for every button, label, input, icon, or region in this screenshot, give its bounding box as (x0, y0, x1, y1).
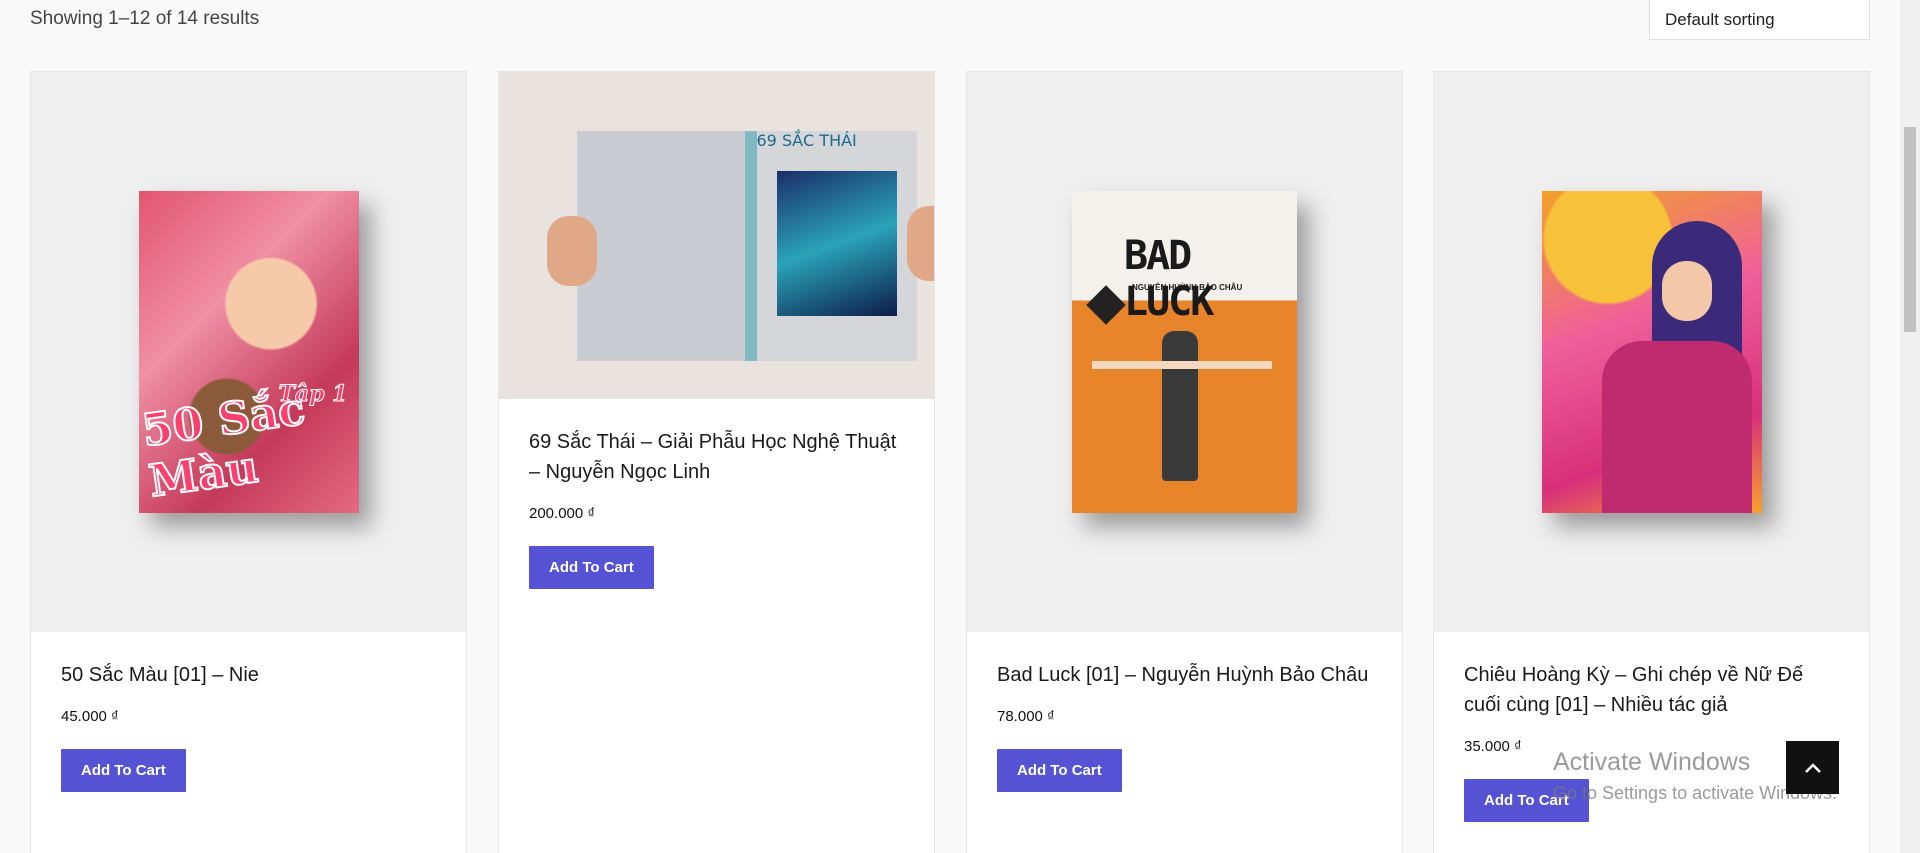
product-price: 45.000 ₫ (61, 708, 119, 725)
book-cover-69-sac-thai: 69 SẮC THÁI (537, 121, 934, 361)
product-price: 200.000 ₫ (529, 505, 596, 522)
book-cover-bad-luck: BAD LUCK NGUYỄN HUỲNH BẢO CHÂU (1072, 191, 1297, 513)
product-image[interactable]: BAD LUCK NGUYỄN HUỲNH BẢO CHÂU (967, 72, 1402, 632)
product-title[interactable]: 50 Sắc Màu [01] – Nie (61, 660, 436, 690)
book-cover-subtitle: Tập 1 (278, 381, 348, 408)
hand-left (546, 215, 597, 286)
book-cover-figure-face (1661, 261, 1712, 321)
product-card[interactable]: 69 SẮC THÁI 69 Sắc Thái – Giải Phẫu Học … (498, 71, 935, 853)
product-price: 78.000 ₫ (997, 708, 1055, 725)
product-image[interactable]: 50 Sắc Màu Tập 1 (31, 72, 466, 632)
product-grid: 50 Sắc Màu Tập 1 50 Sắc Màu [01] – Nie 4… (30, 71, 1870, 853)
shop-toolbar: Showing 1–12 of 14 results Default sorti… (30, 0, 1870, 40)
chevron-up-icon (1804, 762, 1821, 773)
product-title[interactable]: 69 Sắc Thái – Giải Phẫu Học Nghệ Thuật –… (529, 427, 904, 487)
book-cover-figure-dress (1601, 341, 1752, 513)
book-cover-50-sac-mau: 50 Sắc Màu Tập 1 (138, 191, 359, 513)
scrollbar-thumb[interactable] (1904, 127, 1916, 332)
book-cover-figure (1162, 331, 1198, 481)
product-card[interactable]: BAD LUCK NGUYỄN HUỲNH BẢO CHÂU Bad Luck … (966, 71, 1403, 853)
book-back-page (576, 130, 747, 361)
book-number-badge (1086, 285, 1126, 325)
product-card[interactable]: 50 Sắc Màu Tập 1 50 Sắc Màu [01] – Nie 4… (30, 71, 467, 853)
hand-right (906, 205, 934, 281)
add-to-cart-button[interactable]: Add To Cart (61, 749, 186, 792)
product-title[interactable]: Bad Luck [01] – Nguyễn Huỳnh Bảo Châu (997, 660, 1372, 690)
book-cover-chieu-hoang-ky (1541, 191, 1762, 513)
book-cover-title: 69 SẮC THÁI (756, 130, 857, 150)
book-spine (744, 130, 757, 361)
sort-select[interactable]: Default sorting (1649, 0, 1870, 40)
product-image[interactable] (1434, 72, 1869, 632)
back-to-top-button[interactable] (1786, 741, 1839, 794)
product-title[interactable]: Chiêu Hoàng Kỳ – Ghi chép về Nữ Đế cuối … (1464, 660, 1839, 720)
book-cover-art (776, 170, 897, 316)
book-cover-title: BAD LUCK (1124, 233, 1214, 325)
result-count: Showing 1–12 of 14 results (30, 8, 260, 29)
add-to-cart-button[interactable]: Add To Cart (997, 749, 1122, 792)
add-to-cart-button[interactable]: Add To Cart (529, 546, 654, 589)
vertical-scrollbar[interactable] (1900, 0, 1920, 853)
product-card[interactable]: Chiêu Hoàng Kỳ – Ghi chép về Nữ Đế cuối … (1433, 71, 1870, 853)
book-cover-figure-arms (1092, 361, 1272, 369)
product-image[interactable]: 69 SẮC THÁI (499, 72, 934, 399)
book-front-page: 69 SẮC THÁI (756, 130, 917, 361)
book-cover-subtitle: NGUYỄN HUỲNH BẢO CHÂU (1132, 283, 1243, 292)
